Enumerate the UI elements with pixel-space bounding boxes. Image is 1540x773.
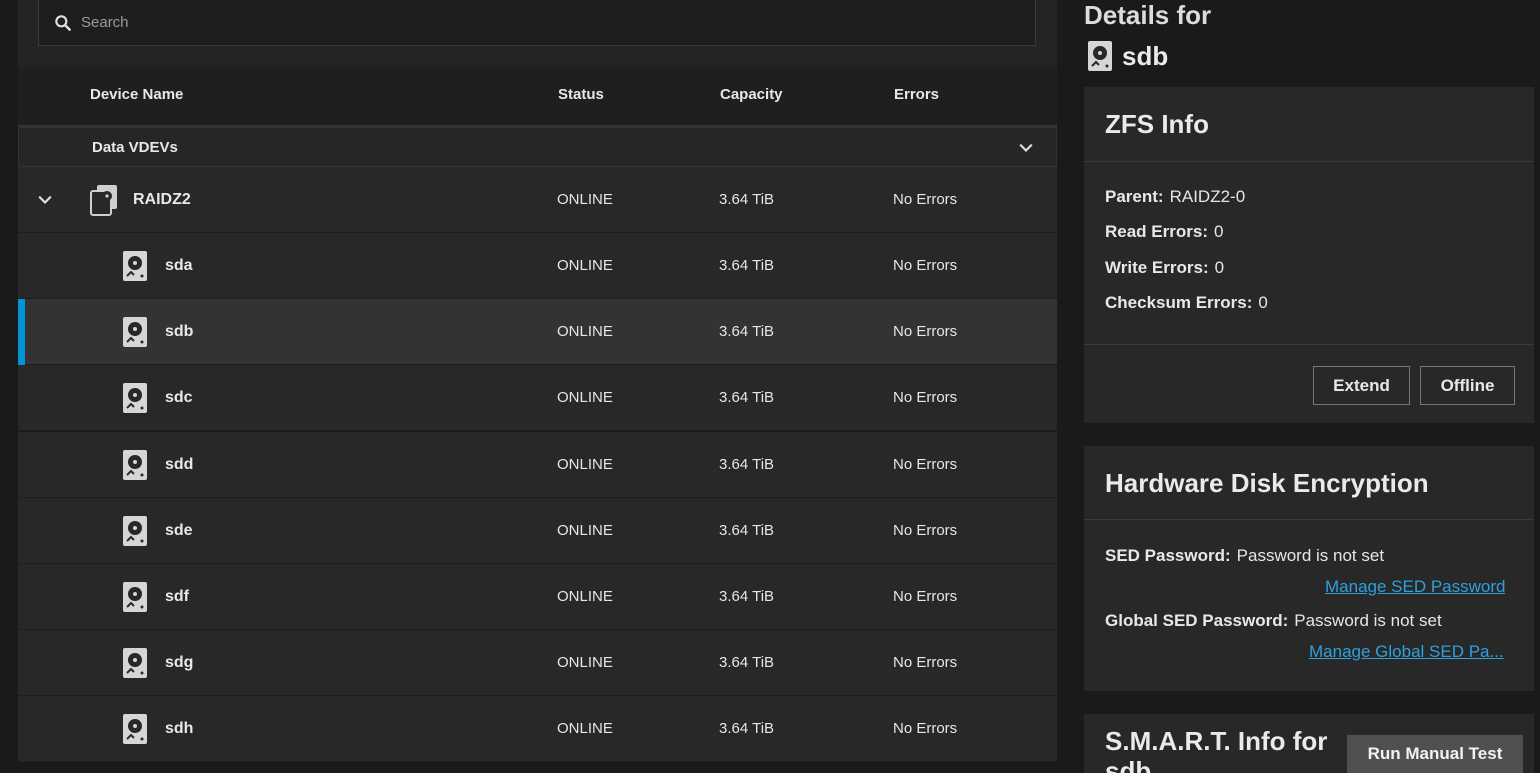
devices-panel: Device Name Status Capacity Errors Data … [18,0,1057,773]
encryption-card: Hardware Disk Encryption SED Password: Pa… [1084,446,1534,691]
details-device-name: sdb [1122,40,1169,71]
encryption-title: Hardware Disk Encryption [1105,468,1429,498]
table-row-vdev[interactable]: RAIDZ2 ONLINE 3.64 TiB No Errors [18,167,1057,233]
disk-name: sda [165,257,193,274]
divider [1084,344,1534,345]
disk-errors: No Errors [893,654,958,672]
pool-icon [90,185,117,216]
vdev-name: RAIDZ2 [133,191,191,208]
disk-capacity: 3.64 TiB [719,654,775,672]
table-row-disk[interactable]: sda ONLINE 3.64 TiB No Errors [18,233,1057,299]
divider [1084,519,1534,520]
manage-global-sed-password-link[interactable]: Manage Global SED Pa... [1309,642,1504,662]
disk-icon [123,449,147,480]
disk-capacity: 3.64 TiB [719,455,775,473]
disk-capacity: 3.64 TiB [719,720,775,738]
disk-name: sdc [165,389,193,407]
disk-status: ONLINE [557,720,613,738]
table-header: Device Name Status Capacity Errors [18,67,1057,127]
header-device-name[interactable]: Device Name [90,86,183,103]
disk-capacity: 3.64 TiB [719,588,775,605]
zfs-parent: Parent: RAIDZ2-0 [1105,187,1246,206]
disk-status: ONLINE [557,654,613,672]
disk-name: sdf [165,588,189,605]
disk-errors: No Errors [893,720,958,738]
zfs-info-card: ZFS Info Parent: RAIDZ2-0 Read Errors: 0 W… [1084,87,1534,423]
details-title: Details for [1084,0,1212,30]
table-row-disk[interactable]: sdb ONLINE 3.64 TiB No Errors [18,299,1057,366]
disk-name: sdg [165,654,194,672]
group-label: Data VDEVs [92,139,178,156]
disk-status: ONLINE [557,455,613,473]
disk-errors: No Errors [893,257,958,274]
global-sed-password: Global SED Password: Password is not set [1105,611,1442,630]
chevron-down-icon[interactable] [35,190,55,210]
group-row-data-vdevs[interactable]: Data VDEVs [18,127,1057,167]
manage-sed-password-link[interactable]: Manage SED Password [1325,577,1505,597]
disk-errors: No Errors [893,521,958,539]
table-row-disk[interactable]: sdf ONLINE 3.64 TiB No Errors [18,564,1057,630]
header-capacity[interactable]: Capacity [720,86,783,103]
disk-capacity: 3.64 TiB [719,389,775,407]
disk-capacity: 3.64 TiB [719,257,775,274]
disk-icon [123,582,147,612]
disk-icon [1088,41,1112,71]
search-bar [18,0,1057,67]
zfs-info-title: ZFS Info [1105,109,1209,139]
disk-status: ONLINE [557,257,613,274]
offline-button[interactable]: Offline [1420,366,1515,405]
zfs-read-errors: Read Errors: 0 [1105,222,1224,241]
disk-name: sdh [165,720,194,738]
disk-errors: No Errors [893,323,958,341]
disk-icon [123,648,147,679]
disk-status: ONLINE [557,323,613,341]
disk-errors: No Errors [893,455,958,473]
search-input[interactable] [81,14,981,31]
disk-capacity: 3.64 TiB [719,521,775,539]
vdev-errors: No Errors [893,191,958,208]
selected-indicator [18,299,25,366]
chevron-down-icon[interactable] [1016,138,1036,158]
disk-name: sdb [165,323,194,341]
search-icon [55,14,71,31]
disk-status: ONLINE [557,521,613,539]
disk-capacity: 3.64 TiB [719,323,775,341]
vdev-capacity: 3.64 TiB [719,191,775,208]
extend-button[interactable]: Extend [1313,366,1410,405]
disk-status: ONLINE [557,588,613,605]
search-box[interactable] [38,0,1036,46]
disk-name: sdd [165,455,194,473]
table-row-disk[interactable]: sdh ONLINE 3.64 TiB No Errors [18,696,1057,763]
table-row-disk[interactable]: sdg ONLINE 3.64 TiB No Errors [18,630,1057,697]
run-manual-test-button[interactable]: Run Manual Test [1347,735,1523,773]
table-row-disk[interactable]: sdc ONLINE 3.64 TiB No Errors [18,365,1057,432]
disk-icon [123,251,147,281]
disk-errors: No Errors [893,588,958,605]
disk-icon [123,383,147,414]
header-errors[interactable]: Errors [894,86,939,103]
header-status[interactable]: Status [558,86,604,103]
disk-name: sde [165,521,193,539]
table-row-disk[interactable]: sde ONLINE 3.64 TiB No Errors [18,497,1057,564]
sed-password: SED Password: Password is not set [1105,546,1385,565]
vdev-status: ONLINE [557,191,613,208]
disk-icon [123,714,147,745]
disk-icon [123,317,147,348]
zfs-write-errors: Write Errors: 0 [1105,258,1225,277]
disk-errors: No Errors [893,389,958,407]
zfs-checksum-errors: Checksum Errors: 0 [1105,293,1268,312]
details-device: sdb [1087,40,1168,72]
table-row-disk[interactable]: sdd ONLINE 3.64 TiB No Errors [18,431,1057,498]
disk-status: ONLINE [557,389,613,407]
disk-icon [123,515,147,546]
